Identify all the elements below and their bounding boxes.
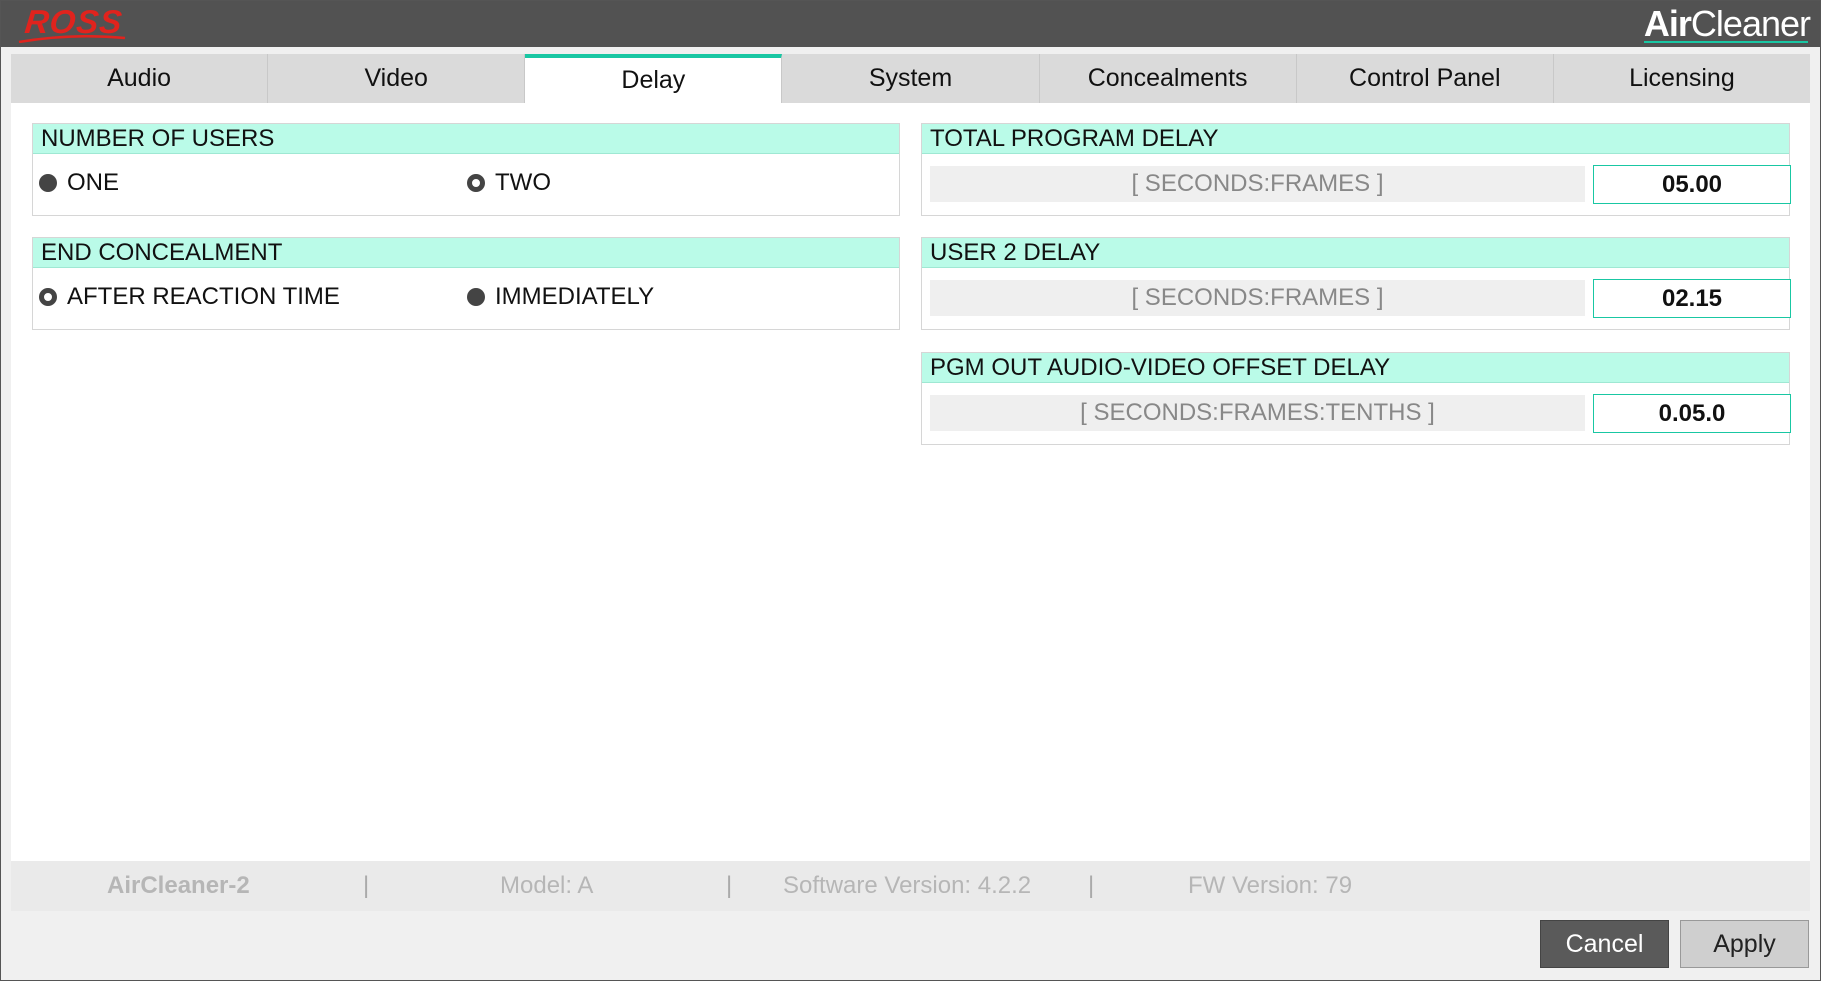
tab-control-panel[interactable]: Control Panel — [1296, 54, 1554, 103]
total-delay-row: [ SECONDS:FRAMES ] 05.00 — [922, 154, 1791, 214]
status-separator: | — [363, 872, 370, 899]
tab-licensing[interactable]: Licensing — [1553, 54, 1810, 103]
panel-title: USER 2 DELAY — [922, 238, 1789, 268]
av-offset-input[interactable]: 0.05.0 — [1593, 394, 1791, 433]
tab-video[interactable]: Video — [268, 54, 526, 103]
brand-bold: Air — [1643, 3, 1692, 44]
model-label: Model: A — [500, 872, 594, 899]
panel-title: PGM OUT AUDIO-VIDEO OFFSET DELAY — [922, 353, 1789, 383]
delay-page: NUMBER OF USERS ONE TWO END CONCEALMENT … — [11, 103, 1810, 861]
radio-unselected-icon — [467, 288, 485, 306]
radio-label: IMMEDIATELY — [495, 283, 655, 310]
status-separator: | — [726, 872, 733, 899]
user2-delay-input[interactable]: 02.15 — [1593, 279, 1791, 318]
radio-immediately[interactable]: IMMEDIATELY — [467, 283, 654, 311]
tab-bar: Audio Video Delay System Concealments Co… — [11, 54, 1810, 103]
apply-button[interactable]: Apply — [1680, 920, 1809, 968]
av-offset-delay-panel: PGM OUT AUDIO-VIDEO OFFSET DELAY [ SECON… — [921, 352, 1791, 445]
radio-label: ONE — [67, 169, 120, 196]
av-offset-row: [ SECONDS:FRAMES:TENTHS ] 0.05.0 — [922, 383, 1791, 443]
radio-selected-icon — [39, 288, 57, 306]
end-radio-group: AFTER REACTION TIME IMMEDIATELY — [33, 268, 899, 328]
logo-swoosh-icon — [18, 35, 126, 43]
number-of-users-panel: NUMBER OF USERS ONE TWO — [32, 123, 900, 216]
status-bar: AirCleaner-2 | Model: A | Software Versi… — [11, 861, 1810, 911]
panel-title: TOTAL PROGRAM DELAY — [922, 124, 1789, 154]
user2-delay-row: [ SECONDS:FRAMES ] 02.15 — [922, 268, 1791, 328]
total-delay-input[interactable]: 05.00 — [1593, 165, 1791, 204]
status-separator: | — [1088, 872, 1095, 899]
panel-title: END CONCEALMENT — [33, 238, 899, 268]
tab-system[interactable]: System — [782, 54, 1040, 103]
cancel-button[interactable]: Cancel — [1540, 920, 1669, 968]
device-name: AirCleaner-2 — [107, 872, 250, 899]
radio-label: AFTER REACTION TIME — [67, 283, 340, 310]
panel-title: NUMBER OF USERS — [33, 124, 899, 154]
users-radio-group: ONE TWO — [33, 154, 899, 214]
brand-light: Cleaner — [1690, 3, 1811, 44]
software-version: Software Version: 4.2.2 — [783, 872, 1032, 899]
radio-two[interactable]: TWO — [467, 169, 551, 197]
tab-concealments[interactable]: Concealments — [1039, 54, 1297, 103]
unit-label: [ SECONDS:FRAMES ] — [930, 166, 1585, 202]
unit-label: [ SECONDS:FRAMES:TENTHS ] — [930, 395, 1585, 431]
app-window: ROSS AirCleaner Audio Video Delay System… — [0, 0, 1821, 981]
tab-delay[interactable]: Delay — [525, 54, 783, 103]
total-program-delay-panel: TOTAL PROGRAM DELAY [ SECONDS:FRAMES ] 0… — [921, 123, 1791, 216]
brand-name: AirCleaner — [1643, 3, 1811, 45]
radio-unselected-icon — [39, 174, 57, 192]
tab-audio[interactable]: Audio — [11, 54, 269, 103]
user-2-delay-panel: USER 2 DELAY [ SECONDS:FRAMES ] 02.15 — [921, 237, 1791, 330]
radio-selected-icon — [467, 174, 485, 192]
end-concealment-panel: END CONCEALMENT AFTER REACTION TIME IMME… — [32, 237, 900, 330]
firmware-version: FW Version: 79 — [1188, 872, 1353, 899]
radio-after-reaction-time[interactable]: AFTER REACTION TIME — [39, 283, 340, 311]
radio-one[interactable]: ONE — [39, 169, 119, 197]
brand-underline — [1644, 41, 1808, 43]
radio-label: TWO — [495, 169, 551, 196]
title-bar: ROSS AirCleaner — [1, 1, 1820, 47]
unit-label: [ SECONDS:FRAMES ] — [930, 280, 1585, 316]
